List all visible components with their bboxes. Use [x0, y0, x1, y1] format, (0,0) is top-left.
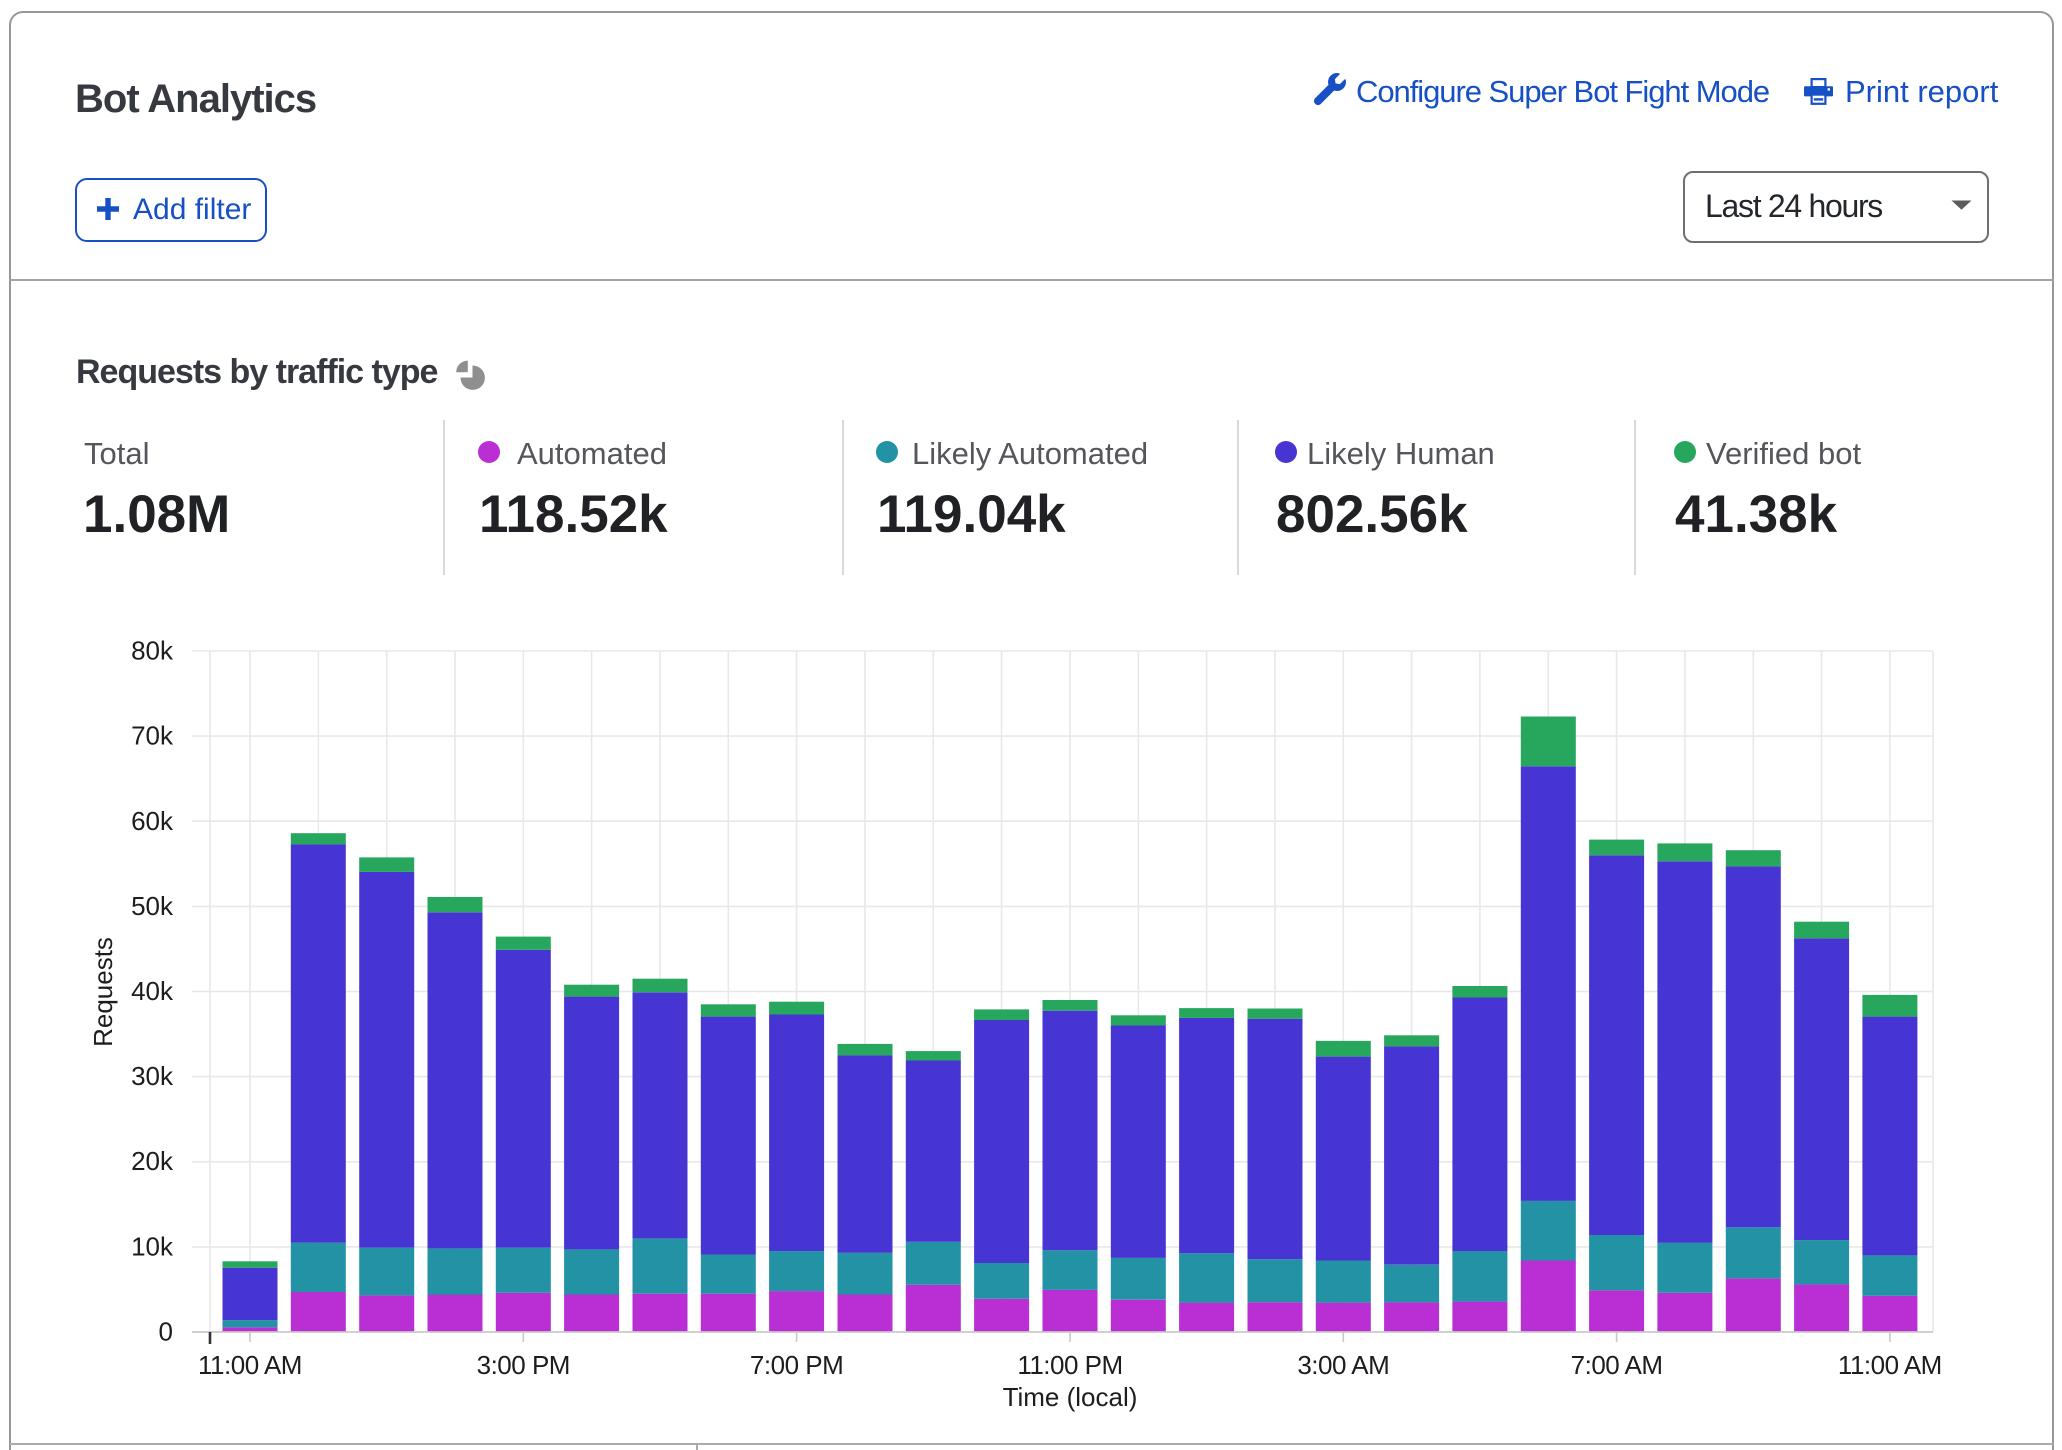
svg-text:11:00 PM: 11:00 PM: [1017, 1350, 1122, 1380]
svg-text:7:00 AM: 7:00 AM: [1571, 1350, 1663, 1380]
svg-text:Time (local): Time (local): [1003, 1382, 1138, 1412]
svg-text:50k: 50k: [131, 891, 174, 921]
svg-text:3:00 PM: 3:00 PM: [477, 1350, 570, 1380]
svg-text:10k: 10k: [131, 1231, 174, 1261]
svg-text:30k: 30k: [131, 1061, 174, 1091]
svg-text:7:00 PM: 7:00 PM: [750, 1350, 843, 1380]
svg-text:40k: 40k: [131, 976, 174, 1006]
svg-text:3:00 AM: 3:00 AM: [1297, 1350, 1389, 1380]
svg-text:60k: 60k: [131, 806, 174, 836]
svg-text:Requests: Requests: [88, 937, 118, 1047]
svg-text:11:00 AM: 11:00 AM: [198, 1350, 302, 1380]
svg-text:70k: 70k: [131, 721, 174, 751]
svg-text:11:00 AM: 11:00 AM: [1838, 1350, 1942, 1380]
svg-text:80k: 80k: [131, 636, 174, 666]
svg-text:0: 0: [159, 1317, 173, 1347]
svg-text:20k: 20k: [131, 1146, 174, 1176]
